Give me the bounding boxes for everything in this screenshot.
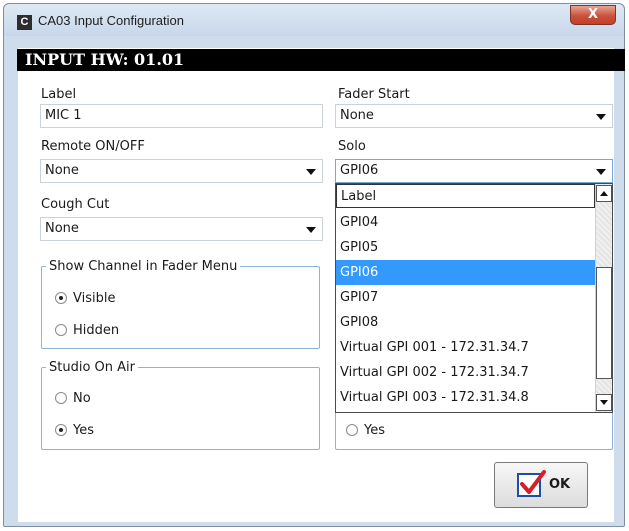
dropdown-scrollbar[interactable]: [595, 184, 612, 412]
fader-start-select[interactable]: None: [335, 104, 613, 128]
label-input[interactable]: MIC 1: [40, 104, 323, 128]
scroll-up-button[interactable]: [596, 185, 612, 202]
cough-cut-select[interactable]: None: [40, 217, 323, 241]
solo-select[interactable]: GPI06: [335, 159, 613, 183]
close-button[interactable]: X: [570, 5, 616, 25]
radio-right-yes-label: Yes: [364, 423, 385, 438]
remote-onoff-value: None: [45, 163, 79, 178]
window-title: CA03 Input Configuration: [38, 13, 184, 28]
list-item[interactable]: GPI04: [336, 210, 595, 235]
radio-right-yes[interactable]: Yes: [346, 423, 385, 438]
show-channel-legend: Show Channel in Fader Menu: [49, 259, 238, 274]
list-item[interactable]: GPI07: [336, 285, 595, 310]
checkmark-icon: [517, 470, 546, 497]
radio-dot-icon: [346, 424, 358, 436]
radio-visible-label: Visible: [73, 291, 116, 306]
cough-cut-caption: Cough Cut: [41, 197, 110, 212]
list-item[interactable]: Virtual GPI 003 - 172.31.34.8: [336, 385, 595, 410]
close-icon: X: [587, 7, 599, 22]
remote-onoff-caption: Remote ON/OFF: [41, 139, 145, 154]
radio-yes[interactable]: Yes: [55, 423, 94, 438]
chevron-down-icon: [306, 227, 316, 233]
list-item[interactable]: GPI05: [336, 235, 595, 260]
fader-start-caption: Fader Start: [338, 87, 410, 102]
scroll-thumb[interactable]: [596, 267, 612, 379]
chevron-down-icon: [596, 169, 606, 175]
ok-label: OK: [549, 477, 571, 492]
remote-onoff-select[interactable]: None: [40, 159, 323, 183]
list-item[interactable]: GPI08: [336, 310, 595, 335]
list-item[interactable]: Label: [336, 184, 595, 208]
arrow-up-icon: [600, 191, 608, 196]
title-bar[interactable]: C CA03 Input Configuration X: [4, 4, 624, 36]
radio-dot-icon: [55, 292, 67, 304]
ok-button[interactable]: OK: [494, 462, 588, 508]
studio-on-air-legend: Studio On Air: [49, 360, 135, 375]
radio-no[interactable]: No: [55, 391, 91, 406]
solo-caption: Solo: [338, 139, 366, 154]
list-item[interactable]: Virtual GPI 002 - 172.31.34.7: [336, 360, 595, 385]
list-item[interactable]: Virtual GPI 001 - 172.31.34.7: [336, 335, 595, 360]
radio-no-label: No: [73, 391, 91, 406]
radio-yes-label: Yes: [73, 423, 94, 438]
radio-hidden[interactable]: Hidden: [55, 323, 119, 338]
radio-dot-icon: [55, 392, 67, 404]
radio-visible[interactable]: Visible: [55, 291, 115, 306]
fader-start-value: None: [340, 108, 374, 123]
cough-cut-value: None: [45, 221, 79, 236]
label-caption: Label: [41, 87, 77, 102]
radio-dot-icon: [55, 324, 67, 336]
input-header: INPUT HW: 01.01: [17, 49, 625, 71]
chevron-down-icon: [596, 114, 606, 120]
chevron-down-icon: [306, 169, 316, 175]
solo-value: GPI06: [340, 163, 379, 178]
app-icon: C: [17, 15, 32, 30]
list-item-selected[interactable]: GPI06: [336, 260, 595, 285]
arrow-down-icon: [600, 400, 608, 405]
scroll-down-button[interactable]: [596, 394, 612, 411]
radio-dot-icon: [55, 424, 67, 436]
radio-hidden-label: Hidden: [73, 323, 120, 338]
solo-dropdown-list[interactable]: Label GPI04 GPI05 GPI06 GPI07 GPI08 Virt…: [335, 183, 613, 413]
